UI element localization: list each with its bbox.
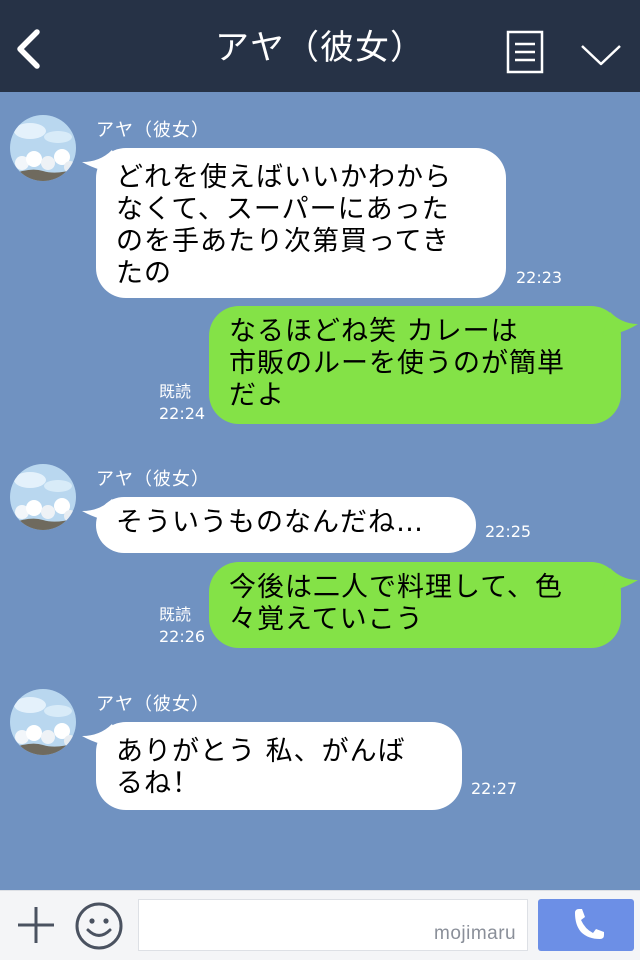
message-bubble-outgoing: なるほどね笑 カレーは 市販のルーを使うのが簡単 だよ <box>209 306 621 424</box>
avatar-flower-image <box>10 689 76 755</box>
avatar-flower-image <box>10 464 76 530</box>
menu-button[interactable] <box>506 30 544 74</box>
bubble-tail <box>602 568 638 592</box>
back-arrow-icon <box>17 29 40 69</box>
chat-header: アヤ（彼女） <box>0 0 640 92</box>
avatar-flower-image <box>10 115 76 181</box>
plus-icon <box>18 907 54 943</box>
message-bubble-incoming: ありがとう 私、がんば るね！ <box>96 722 462 810</box>
message-time: 22:26 <box>159 627 206 646</box>
message-bubble-incoming: どれを使えばいいかわから なくて、スーパーにあった のを手あたり次第買ってき た… <box>96 148 506 298</box>
chevron-down-icon <box>581 45 621 66</box>
back-button[interactable] <box>10 26 50 72</box>
sender-name: アヤ（彼女） <box>96 120 210 141</box>
avatar[interactable] <box>10 689 76 755</box>
message-time: 22:27 <box>471 779 518 798</box>
menu-list-icon <box>506 30 544 74</box>
emoji-button[interactable] <box>74 901 124 951</box>
watermark-text: mojimaru <box>434 923 517 944</box>
phone-icon <box>575 909 604 939</box>
add-attachment-button[interactable] <box>14 903 58 947</box>
read-receipt: 既読 <box>159 382 192 401</box>
sender-name: アヤ（彼女） <box>96 694 210 715</box>
sender-name: アヤ（彼女） <box>96 469 210 490</box>
avatar[interactable] <box>10 464 76 530</box>
message-input-bar: mojimaru <box>0 890 640 960</box>
message-bubble-incoming: そういうものなんだね… <box>96 497 476 553</box>
bubble-tail <box>602 312 638 336</box>
avatar[interactable] <box>10 115 76 181</box>
message-time: 22:25 <box>485 522 532 541</box>
smiley-icon <box>75 902 123 950</box>
collapse-button[interactable] <box>578 38 624 70</box>
message-bubble-outgoing: 今後は二人で料理して、色 々覚えていこう <box>209 562 621 648</box>
chat-title: アヤ（彼女） <box>215 28 425 68</box>
message-time: 22:23 <box>516 268 563 287</box>
message-time: 22:24 <box>159 404 206 423</box>
read-receipt: 既読 <box>159 605 192 624</box>
call-button[interactable] <box>538 899 634 951</box>
